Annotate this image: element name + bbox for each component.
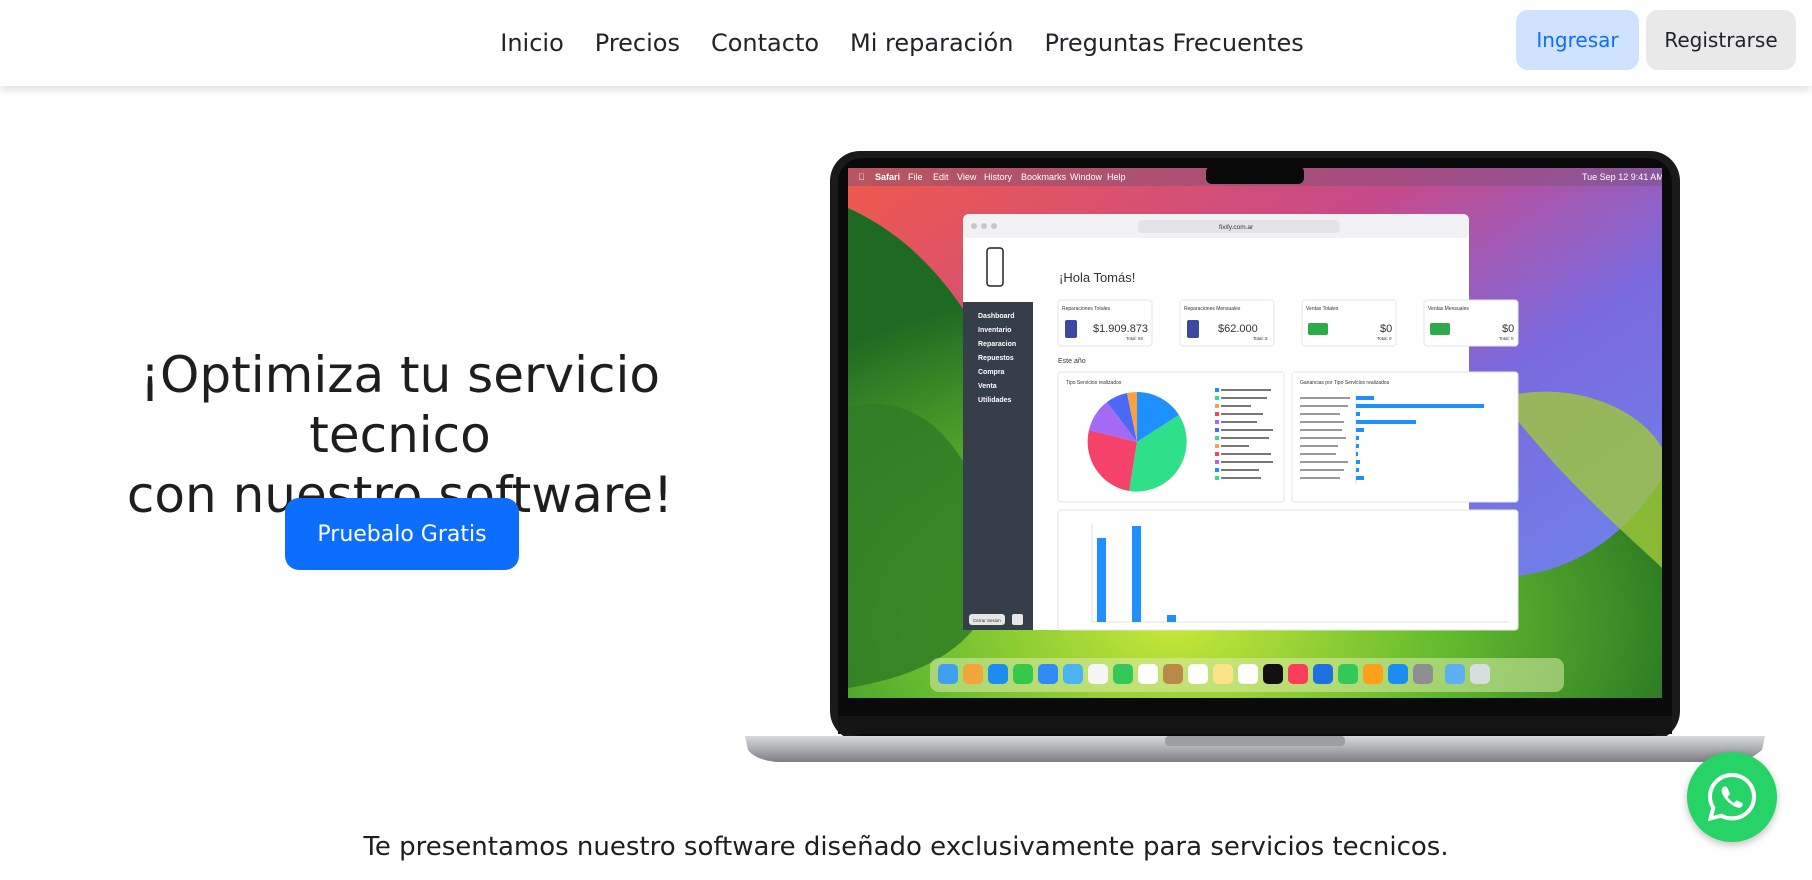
card-sub: Total: 0 (1377, 336, 1392, 341)
card-sub: Total: 0 (1499, 336, 1514, 341)
year-label: Este año (1058, 358, 1086, 365)
menubar-item: Window (1070, 172, 1103, 182)
try-free-button[interactable]: Pruebalo Gratis (285, 498, 519, 570)
sidebar-item-venta: Venta (978, 383, 997, 390)
hero-title-line-1: ¡Optimiza tu servicio tecnico (139, 346, 661, 464)
card-sub: Total: 92 (1126, 336, 1144, 341)
menubar-item: Help (1107, 172, 1126, 182)
whatsapp-icon (1707, 772, 1757, 822)
nav-link-inicio[interactable]: Inicio (500, 29, 564, 57)
sidebar-item-reparacion: Reparacion (978, 341, 1016, 348)
svg-text::  (858, 172, 865, 182)
menubar-item: Bookmarks (1021, 172, 1067, 182)
nav-link-precios[interactable]: Precios (595, 29, 680, 57)
pie-chart-title: Tipo Servicios realizados (1066, 380, 1122, 386)
nav-link-contacto[interactable]: Contacto (711, 29, 819, 57)
intro-subtitle: Te presentamos nuestro software diseñado… (363, 832, 1449, 862)
register-button[interactable]: Registrarse (1646, 10, 1796, 70)
navbar: Inicio Precios Contacto Mi reparación Pr… (0, 0, 1812, 86)
card-value: $0 (1502, 323, 1514, 335)
card-label: Ventas Mensuales (1428, 306, 1469, 312)
card-label: Ventas Totales (1306, 306, 1339, 312)
sidebar-item-dashboard: Dashboard (978, 313, 1015, 320)
menubar-clock: Tue Sep 12 9:41 AM (1582, 172, 1664, 182)
menubar-item: History (984, 172, 1013, 182)
logout-label: Cerrar Sesion (973, 618, 1001, 623)
bar-chart-title: Ganancias por Tipo Servicios realizados (1300, 380, 1390, 386)
menubar-item: File (908, 172, 923, 182)
nav-link-preguntas-frecuentes[interactable]: Preguntas Frecuentes (1044, 29, 1303, 57)
menubar-item: View (957, 172, 977, 182)
login-button[interactable]: Ingresar (1516, 10, 1639, 70)
dashboard-greeting: ¡Hola Tomás! (1059, 270, 1135, 285)
nav-link-mi-reparacion[interactable]: Mi reparación (850, 29, 1013, 57)
card-value: $62.000 (1218, 323, 1258, 335)
laptop-mockup-image:  Safari File Edit View History Bookmark… (745, 151, 1765, 762)
sidebar-item-repuestos: Repuestos (978, 355, 1014, 362)
card-sub: Total: 3 (1253, 336, 1268, 341)
card-label: Reparaciones Totales (1062, 306, 1110, 312)
browser-url: fixify.com.ar (1219, 224, 1254, 231)
sidebar-item-compra: Compra (978, 369, 1005, 376)
card-label: Reparaciones Mensuales (1184, 306, 1241, 312)
sidebar-item-utilidades: Utilidades (978, 397, 1012, 404)
menubar-item: Edit (933, 172, 949, 182)
pie-chart (1087, 391, 1187, 492)
dock-icons (938, 664, 1490, 684)
card-value: $0 (1380, 323, 1392, 335)
menubar-item: Safari (875, 172, 900, 182)
whatsapp-button[interactable] (1687, 752, 1777, 842)
sidebar-item-inventario: Inventario (978, 327, 1011, 334)
card-value: $1.909.873 (1093, 323, 1148, 335)
